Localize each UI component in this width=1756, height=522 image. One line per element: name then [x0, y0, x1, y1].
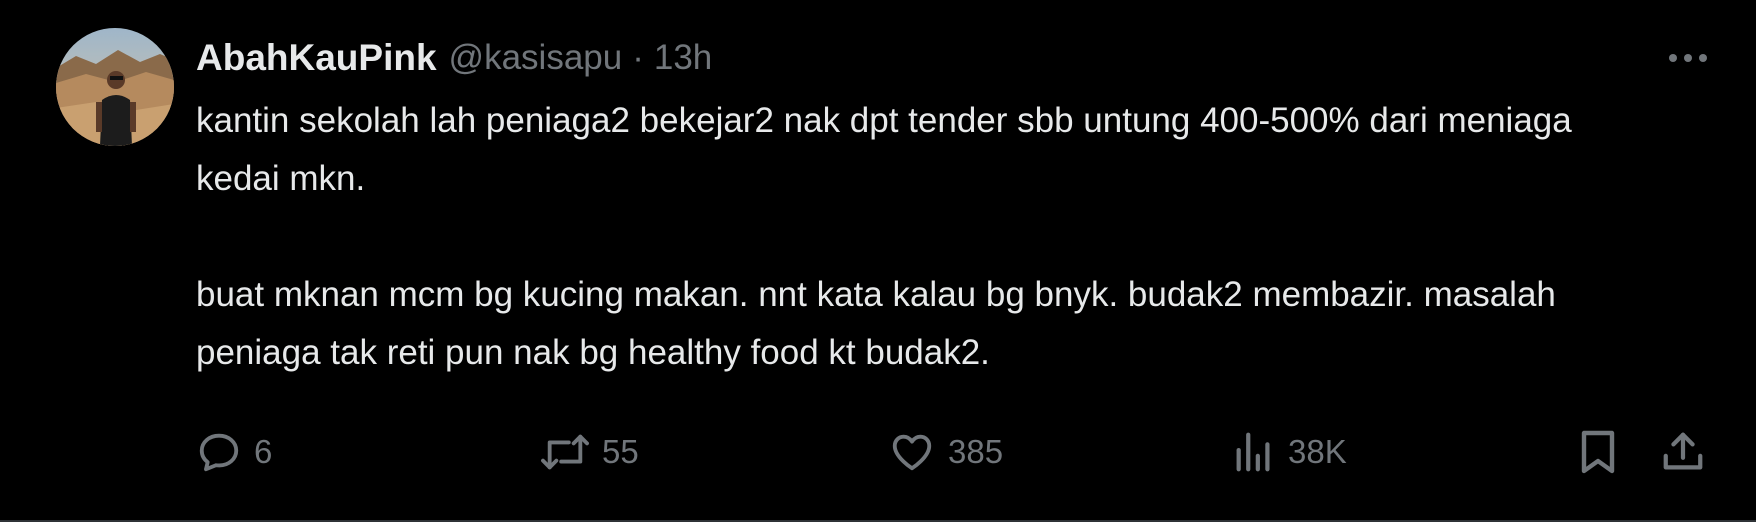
like-button[interactable]: 385 — [888, 424, 1003, 480]
tweet-header: AbahKauPink @kasisapu · 13h — [196, 30, 712, 86]
action-bar: 6 55 385 38K — [196, 424, 1716, 480]
more-icon — [1668, 53, 1708, 63]
tweet-paragraph: kantin sekolah lah peniaga2 bekejar2 nak… — [196, 101, 1572, 198]
views-count: 38K — [1288, 433, 1347, 470]
bookmark-icon — [1576, 428, 1620, 476]
more-options-button[interactable] — [1664, 38, 1712, 78]
tweet[interactable]: AbahKauPink @kasisapu · 13h kantin sekol… — [0, 0, 1756, 522]
heart-icon — [888, 429, 936, 475]
repost-count: 55 — [602, 433, 639, 470]
tweet-paragraph: buat mknan mcm bg kucing makan. nnt kata… — [196, 275, 1556, 372]
reply-button[interactable]: 6 — [196, 424, 272, 480]
repost-button[interactable]: 55 — [540, 424, 639, 480]
reply-count: 6 — [254, 433, 273, 470]
display-name[interactable]: AbahKauPink — [196, 37, 437, 79]
separator-dot: · — [632, 38, 644, 77]
share-button[interactable] — [1660, 424, 1706, 480]
tweet-text: kantin sekolah lah peniaga2 bekejar2 nak… — [196, 92, 1616, 382]
timestamp[interactable]: 13h — [654, 38, 712, 78]
views-icon — [1232, 429, 1276, 475]
views-button[interactable]: 38K — [1232, 424, 1347, 480]
bookmark-button[interactable] — [1576, 424, 1620, 480]
avatar-image — [56, 28, 174, 146]
user-handle[interactable]: @kasisapu — [449, 38, 623, 78]
share-icon — [1660, 428, 1706, 476]
like-count: 385 — [948, 433, 1004, 470]
avatar[interactable] — [56, 28, 174, 146]
repost-icon — [540, 429, 590, 475]
reply-icon — [196, 429, 242, 475]
